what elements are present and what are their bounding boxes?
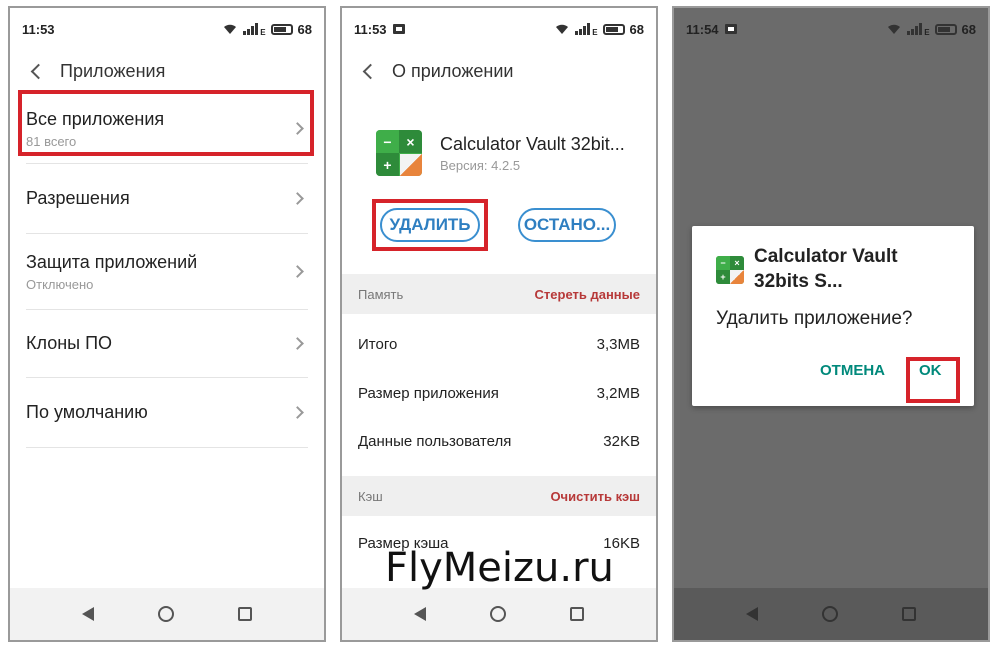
site-watermark: FlyMeizu.ru xyxy=(385,545,614,591)
back-arrow-icon xyxy=(30,63,46,79)
memory-row: Данные пользователя 32KB xyxy=(358,433,640,450)
clear-cache-button[interactable]: Очистить кэш xyxy=(550,489,640,504)
battery-icon xyxy=(602,23,625,35)
navigation-bar xyxy=(674,588,988,640)
page-title: О приложении xyxy=(392,60,514,81)
nav-recent-icon[interactable] xyxy=(570,607,584,621)
nav-recent-icon[interactable] xyxy=(902,607,916,621)
battery-icon xyxy=(934,23,957,35)
message-notification-icon xyxy=(392,24,405,34)
uninstall-dialog: − × + Calculator Vault 32bits S... Удали… xyxy=(692,226,974,406)
status-bar: 11:53 E 68 xyxy=(10,8,324,50)
cancel-button[interactable]: ОТМЕНА xyxy=(820,362,885,379)
chevron-right-icon xyxy=(291,192,304,205)
nav-home-icon[interactable] xyxy=(490,606,506,622)
section-label: Кэш xyxy=(358,488,383,504)
highlight-box xyxy=(372,199,488,251)
back-button[interactable] xyxy=(10,50,60,92)
uninstall-dialog-screen: 11:54 E 68 − × + Calculator Vault 32bits… xyxy=(672,6,990,642)
memory-row: Итого 3,3MB xyxy=(358,336,640,353)
apps-screen: 11:53 E 68 Приложения Все приложения 81 … xyxy=(8,6,326,642)
battery-level: 68 xyxy=(629,21,644,37)
network-type-icon: E xyxy=(924,27,930,37)
list-item-defaults[interactable]: По умолчанию xyxy=(26,378,308,448)
navigation-bar xyxy=(342,588,656,640)
calculator-app-icon: − × + xyxy=(376,130,422,176)
wifi-icon xyxy=(224,24,237,34)
wifi-icon xyxy=(556,24,569,34)
list-item-label: По умолчанию xyxy=(26,402,148,422)
wifi-icon xyxy=(888,24,901,34)
back-arrow-icon xyxy=(362,63,378,79)
status-time: 11:53 xyxy=(22,21,55,37)
calculator-app-icon: − × + xyxy=(716,256,744,284)
chevron-right-icon xyxy=(291,265,304,278)
memory-row: Размер приложения 3,2MB xyxy=(358,385,640,402)
list-item-clones[interactable]: Клоны ПО xyxy=(26,310,308,378)
status-time: 11:54 xyxy=(686,21,719,37)
nav-recent-icon[interactable] xyxy=(238,607,252,621)
network-type-icon: E xyxy=(260,27,266,37)
nav-home-icon[interactable] xyxy=(158,606,174,622)
nav-back-icon[interactable] xyxy=(746,607,758,621)
chevron-right-icon xyxy=(291,337,304,350)
battery-icon xyxy=(270,23,293,35)
battery-level: 68 xyxy=(297,21,312,37)
app-name: Calculator Vault 32bit... xyxy=(440,134,625,154)
dialog-message: Удалить приложение? xyxy=(716,308,913,329)
chevron-right-icon xyxy=(291,406,304,419)
navigation-bar xyxy=(10,588,324,640)
list-item-label: Защита приложений xyxy=(26,251,198,272)
app-version: Версия: 4.2.5 xyxy=(440,158,521,173)
list-item-permissions[interactable]: Разрешения xyxy=(26,164,308,234)
status-time: 11:53 xyxy=(354,21,387,37)
network-type-icon: E xyxy=(592,27,598,37)
memory-section-header: Память Стереть данные xyxy=(342,274,656,314)
force-stop-button[interactable]: ОСТАНО... xyxy=(518,208,616,242)
list-item-label: Клоны ПО xyxy=(26,333,113,353)
list-item-label: Разрешения xyxy=(26,188,130,208)
back-button[interactable] xyxy=(342,50,392,92)
screen-header: О приложении xyxy=(342,50,656,92)
signal-icon xyxy=(575,23,591,35)
message-notification-icon xyxy=(724,24,737,34)
highlight-box xyxy=(18,90,314,156)
list-item-subtitle: Отключено xyxy=(26,276,94,292)
highlight-box xyxy=(906,357,960,403)
signal-icon xyxy=(907,23,923,35)
section-label: Память xyxy=(358,286,404,302)
status-bar: 11:54 E 68 xyxy=(674,8,988,50)
cache-section-header: Кэш Очистить кэш xyxy=(342,476,656,516)
battery-level: 68 xyxy=(961,21,976,37)
dialog-title: Calculator Vault 32bits S... xyxy=(754,246,898,292)
nav-home-icon[interactable] xyxy=(822,606,838,622)
nav-back-icon[interactable] xyxy=(82,607,94,621)
clear-data-button[interactable]: Стереть данные xyxy=(535,287,640,302)
status-bar: 11:53 E 68 xyxy=(342,8,656,50)
list-item-app-protection[interactable]: Защита приложений Отключено xyxy=(26,234,308,310)
page-title: Приложения xyxy=(60,60,166,81)
screen-header: Приложения xyxy=(10,50,324,92)
nav-back-icon[interactable] xyxy=(414,607,426,621)
signal-icon xyxy=(243,23,259,35)
